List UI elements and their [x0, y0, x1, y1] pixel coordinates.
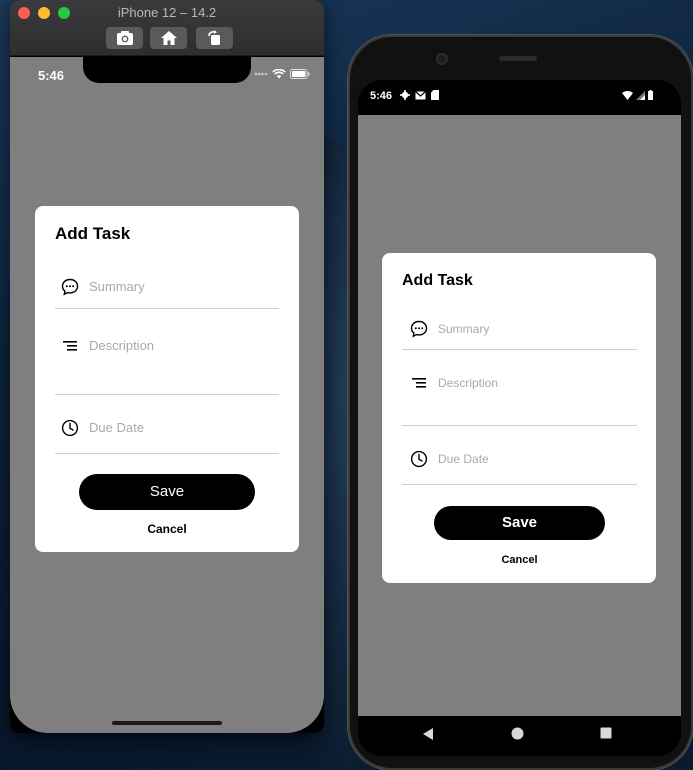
- description-underline: [402, 425, 637, 426]
- simulator-titlebar: iPhone 12 – 14.2: [10, 0, 324, 56]
- ios-status-icons: [254, 69, 310, 79]
- wifi-icon: [622, 90, 633, 100]
- signal-dots-icon: [254, 72, 268, 76]
- add-task-dialog: Add Task Summary Description Due Date Sa…: [35, 206, 299, 552]
- ios-status-time: 5:46: [38, 68, 65, 83]
- mail-icon: [415, 90, 426, 99]
- signal-icon: [636, 90, 645, 100]
- recents-icon[interactable]: [600, 727, 612, 739]
- android-system-icons: [622, 90, 653, 100]
- android-status-time: 5:46: [370, 90, 393, 102]
- text-lines-icon: [410, 374, 428, 392]
- due-date-underline: [55, 453, 279, 454]
- summary-field[interactable]: Summary: [410, 320, 489, 338]
- description-underline: [55, 394, 279, 395]
- battery-icon: [648, 90, 653, 100]
- add-task-dialog: Add Task Summary Description Due Date Sa…: [382, 253, 656, 583]
- dialog-title: Add Task: [402, 272, 473, 289]
- summary-underline: [55, 308, 279, 309]
- earpiece-speaker: [499, 56, 537, 61]
- due-date-placeholder: Due Date: [438, 452, 489, 466]
- clock-icon: [61, 419, 79, 437]
- android-screen: 5:46 Add Task Summary Description Due Da…: [358, 80, 681, 756]
- android-navigation-bar: [358, 716, 681, 756]
- home-button[interactable]: [150, 27, 187, 49]
- android-notification-icons: [400, 90, 439, 100]
- android-device-frame: 5:46 Add Task Summary Description Due Da…: [348, 35, 693, 770]
- due-date-placeholder: Due Date: [89, 420, 144, 435]
- due-date-field[interactable]: Due Date: [410, 450, 489, 468]
- camera-icon: [116, 31, 133, 45]
- ios-simulator-window: iPhone 12 – 14.2 5:46 Add Task Summary D…: [10, 0, 324, 733]
- summary-placeholder: Summary: [89, 279, 145, 294]
- due-date-underline: [402, 484, 637, 485]
- clock-icon: [410, 450, 428, 468]
- summary-field[interactable]: Summary: [61, 278, 145, 296]
- summary-placeholder: Summary: [438, 322, 490, 336]
- chat-bubble-icon: [410, 320, 428, 338]
- wifi-icon: [272, 69, 286, 79]
- due-date-field[interactable]: Due Date: [61, 419, 144, 437]
- simulator-title: iPhone 12 – 14.2: [117, 5, 217, 20]
- text-lines-icon: [61, 337, 79, 355]
- cancel-button[interactable]: Cancel: [434, 554, 605, 566]
- cancel-button[interactable]: Cancel: [79, 522, 255, 536]
- android-app-content: Add Task Summary Description Due Date Sa…: [358, 115, 681, 716]
- summary-underline: [402, 349, 637, 350]
- sd-card-icon: [431, 90, 439, 100]
- screenshot-button[interactable]: [106, 27, 143, 49]
- description-placeholder: Description: [89, 338, 155, 353]
- chat-bubble-icon: [61, 278, 79, 296]
- home-icon: [160, 31, 177, 45]
- home-indicator[interactable]: [112, 721, 222, 725]
- rotate-icon: [207, 30, 220, 45]
- gear-icon: [400, 90, 410, 100]
- front-camera: [436, 53, 448, 65]
- android-status-bar: 5:46: [358, 80, 681, 115]
- description-field[interactable]: Description: [410, 374, 498, 392]
- save-button[interactable]: Save: [79, 474, 255, 510]
- description-field[interactable]: Description: [61, 337, 154, 355]
- battery-icon: [290, 69, 310, 79]
- back-icon[interactable]: [422, 727, 434, 741]
- dialog-title: Add Task: [55, 224, 131, 243]
- home-circle-icon[interactable]: [511, 727, 524, 740]
- iphone-notch: [83, 57, 251, 83]
- rotate-button[interactable]: [196, 27, 233, 49]
- iphone-screen: 5:46 Add Task Summary Description Due Da…: [10, 57, 324, 733]
- description-placeholder: Description: [438, 376, 499, 390]
- save-button[interactable]: Save: [434, 506, 605, 540]
